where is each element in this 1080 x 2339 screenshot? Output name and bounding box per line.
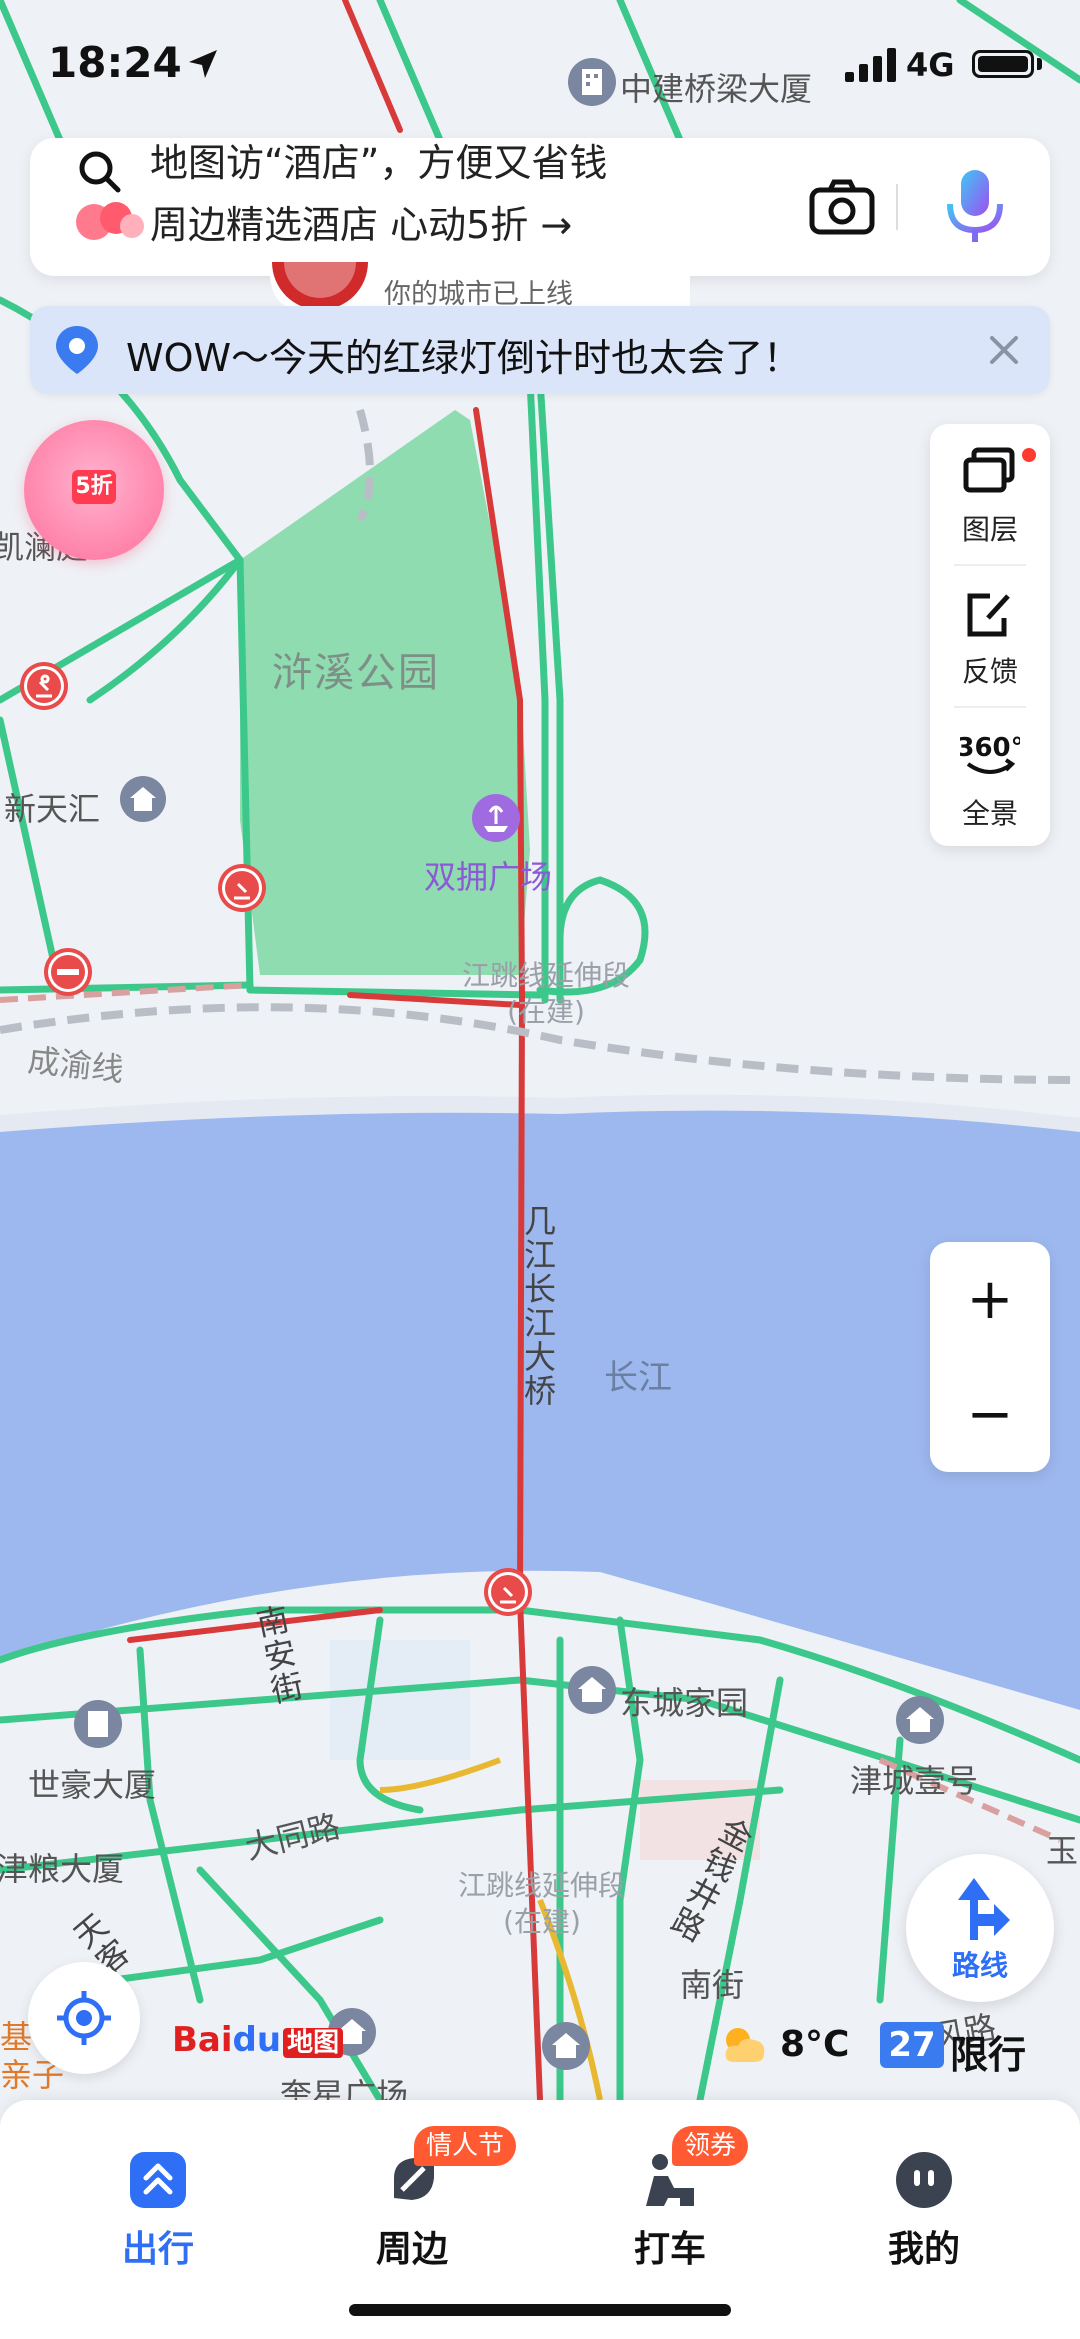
- search-hint-line-1[interactable]: 地图访“酒店”，方便又省钱: [150, 138, 607, 187]
- status-bar: 18:24 4G: [0, 0, 1080, 120]
- nav-taxi[interactable]: 领券 打车: [580, 2124, 760, 2274]
- map-label-bridge[interactable]: 几江长江大桥: [522, 1204, 558, 1408]
- nav-travel-label: 出行: [121, 2229, 194, 2270]
- baidu-map-logo: Baidu 地图: [172, 2020, 344, 2060]
- nav-taxi-label: 打车: [633, 2229, 706, 2270]
- route-arrow-icon: [958, 1878, 1010, 1940]
- residential-icon[interactable]: [894, 1694, 946, 1746]
- map-label-xintianhui[interactable]: 新天汇: [4, 784, 100, 830]
- map-label-river[interactable]: 长江: [604, 1350, 672, 1399]
- feedback-button[interactable]: 反馈: [930, 566, 1050, 702]
- map-tools-panel: 图层 反馈 360° 全景: [930, 424, 1050, 846]
- route-button[interactable]: 路线: [906, 1854, 1054, 2002]
- notice-banner[interactable]: WOW～今天的红绿灯倒计时也太会了！: [30, 306, 1050, 394]
- zoom-controls: + −: [930, 1242, 1050, 1472]
- zoom-out-button[interactable]: −: [930, 1357, 1050, 1472]
- map-label-jinliang[interactable]: 津粮大厦: [0, 1844, 124, 1890]
- nav-travel[interactable]: 出行: [68, 2124, 248, 2274]
- search-divider: [896, 184, 898, 230]
- panorama-button[interactable]: 360° 全景: [930, 708, 1050, 844]
- layers-button[interactable]: 图层: [930, 424, 1050, 560]
- zoom-in-button[interactable]: +: [930, 1242, 1050, 1357]
- panorama-label: 全景: [961, 797, 1018, 830]
- map-label-yu[interactable]: 玉: [1046, 1826, 1078, 1872]
- map-label-park[interactable]: 浒溪公园: [272, 640, 440, 698]
- search-icon: [79, 151, 121, 193]
- promo-bubble[interactable]: 5折: [24, 420, 164, 560]
- search-hint-line-2[interactable]: 周边精选酒店 心动5折 →: [150, 194, 572, 249]
- locate-icon: [57, 1991, 111, 2045]
- travel-icon: [130, 2152, 186, 2208]
- residential-icon[interactable]: [118, 774, 168, 824]
- residential-icon[interactable]: [540, 2020, 592, 2072]
- panorama-360-text: 360°: [960, 733, 1020, 763]
- feedback-label: 反馈: [961, 655, 1018, 688]
- layers-notification-dot: [1022, 448, 1036, 462]
- home-indicator: [349, 2304, 731, 2316]
- route-label: 路线: [951, 1949, 1008, 1982]
- status-time: 18:24: [48, 38, 182, 87]
- plaza-fountain-icon[interactable]: [470, 792, 522, 844]
- layers-label: 图层: [961, 513, 1018, 546]
- no-entry-icon[interactable]: [42, 946, 94, 998]
- map-label-construction-2[interactable]: 江跳线延伸段(在建): [452, 1868, 632, 1940]
- location-pin-icon: [56, 326, 98, 374]
- network-type: 4G: [906, 46, 955, 84]
- battery-icon: [972, 50, 1034, 78]
- locate-button[interactable]: [28, 1962, 140, 2074]
- map-label-nanjie[interactable]: 南街: [680, 1960, 744, 2006]
- baidu-logo-bai: Bai: [172, 2020, 233, 2060]
- partly-cloudy-icon[interactable]: [718, 2022, 770, 2066]
- microphone-icon[interactable]: [930, 158, 1020, 258]
- map-label-dongcheng[interactable]: 东城家园: [620, 1678, 748, 1724]
- feedback-icon: [967, 593, 1010, 637]
- signal-icon: [845, 48, 896, 82]
- close-icon[interactable]: [980, 326, 1028, 374]
- map-label-jincheng[interactable]: 津城壹号: [850, 1756, 978, 1802]
- office-building-icon[interactable]: [72, 1698, 124, 1750]
- notice-text: WOW～今天的红绿灯倒计时也太会了！: [126, 336, 802, 380]
- nav-nearby[interactable]: 情人节 周边: [322, 2124, 517, 2274]
- temperature[interactable]: 8°C: [780, 2024, 849, 2065]
- search-bar[interactable]: 地图访“酒店”，方便又省钱 周边精选酒店 心动5折 →: [30, 138, 1050, 276]
- restriction-label[interactable]: 限行: [950, 2024, 1026, 2079]
- camera-icon[interactable]: [802, 168, 882, 248]
- profile-icon: [896, 2152, 952, 2208]
- taxi-badge: 领券: [672, 2126, 749, 2166]
- location-arrow-icon: [189, 50, 217, 78]
- baidu-logo-ditu: 地图: [283, 2028, 344, 2058]
- battery-tip: [1037, 58, 1042, 70]
- restriction-plate-number[interactable]: 27: [880, 2022, 944, 2068]
- promo-discount-tag: 5折: [72, 470, 116, 504]
- panorama-360-icon: 360°: [960, 733, 1020, 774]
- map-label-railway[interactable]: 成渝线: [26, 1035, 126, 1091]
- nav-profile[interactable]: 我的: [834, 2124, 1014, 2274]
- layers-icon: [963, 447, 1015, 493]
- nav-profile-label: 我的: [887, 2229, 960, 2270]
- map-label-shihao[interactable]: 世豪大厦: [28, 1760, 156, 1806]
- construction-icon[interactable]: [216, 862, 268, 914]
- nav-nearby-label: 周边: [375, 2229, 448, 2270]
- map-label-plaza[interactable]: 双拥广场: [424, 852, 552, 898]
- hearts-icon: [76, 202, 144, 240]
- map-label-construction-1[interactable]: 江跳线延伸段(在建): [456, 958, 636, 1030]
- residential-icon[interactable]: [566, 1664, 618, 1716]
- nearby-badge: 情人节: [414, 2126, 517, 2166]
- baidu-logo-du: du: [232, 2020, 282, 2060]
- construction-icon[interactable]: [482, 1566, 534, 1618]
- construction-icon[interactable]: [18, 660, 70, 712]
